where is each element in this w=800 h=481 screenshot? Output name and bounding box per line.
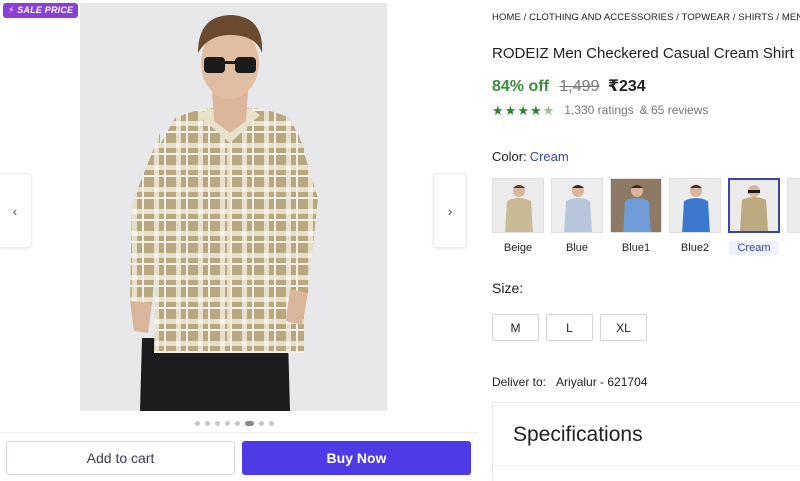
sale-bolt-icon: ⚡ — [8, 5, 15, 15]
color-swatches: Beige Blue Blue1 Blue2 Cream — [492, 178, 800, 256]
breadcrumb[interactable]: HOME / CLOTHING AND ACCESSORIES / TOPWEA… — [492, 12, 800, 23]
color-thumbnail — [669, 178, 721, 233]
half-star-icon: ★ — [542, 102, 555, 118]
sale-badge-label: SALE PRICE — [17, 5, 74, 15]
carousel-dot[interactable] — [195, 421, 200, 426]
color-option-blue1[interactable]: Blue1 — [610, 178, 662, 256]
product-title: RODEIZ Men Checkered Casual Cream Shirt — [492, 45, 794, 62]
price-row: 84% off 1,499 ₹234 — [492, 76, 646, 96]
product-details: HOME / CLOTHING AND ACCESSORIES / TOPWEA… — [492, 0, 800, 481]
chevron-left-icon: ‹ — [12, 202, 18, 219]
size-options: M L XL — [492, 314, 647, 341]
size-selector-label: Size: — [492, 280, 524, 296]
add-to-cart-button[interactable]: Add to cart — [6, 441, 235, 475]
rating-summary[interactable]: ★ ★ ★ ★ ★ 1,330 ratings & 65 reviews — [492, 103, 708, 117]
color-thumbnail — [492, 178, 544, 233]
carousel-dot[interactable] — [259, 421, 264, 426]
color-option-cream[interactable]: Cream — [728, 178, 780, 256]
product-photo[interactable] — [80, 3, 387, 411]
size-option-l[interactable]: L — [546, 314, 593, 341]
carousel-dot[interactable] — [205, 421, 210, 426]
star-icon: ★ — [517, 102, 529, 118]
carousel-indicator — [195, 421, 274, 426]
reviews-count: & 65 reviews — [639, 103, 709, 117]
color-option-label: Cream — [729, 241, 779, 255]
color-option-label: Blue1 — [621, 242, 651, 254]
color-selector-label: Color: Cream — [492, 149, 569, 164]
carousel-dot[interactable] — [225, 421, 230, 426]
color-option-label: Blue2 — [680, 242, 710, 254]
original-price: 1,499 — [559, 78, 600, 95]
color-thumbnail — [728, 178, 780, 233]
discount-percent: 84% off — [492, 78, 549, 95]
star-icon: ★ — [504, 102, 517, 118]
size-option-m[interactable]: M — [492, 314, 539, 341]
color-thumbnail — [610, 178, 662, 233]
color-thumbnail — [551, 178, 603, 233]
rating-stars: ★ ★ ★ ★ ★ — [492, 104, 554, 117]
carousel-dot[interactable] — [235, 421, 240, 426]
product-model-image — [80, 3, 387, 411]
buy-now-button[interactable]: Buy Now — [242, 441, 471, 475]
color-option-label: Beige — [503, 242, 533, 254]
color-option-label: Blue — [565, 242, 589, 254]
color-thumbnail — [787, 178, 800, 233]
color-option-more[interactable]: M — [787, 178, 800, 256]
color-option-beige[interactable]: Beige — [492, 178, 544, 256]
selling-price: ₹234 — [607, 78, 646, 95]
delivery-location[interactable]: Deliver to: Ariyalur - 621704 — [492, 375, 647, 389]
deliver-to-label: Deliver to: — [492, 375, 547, 389]
next-image-button[interactable]: › — [433, 173, 467, 248]
chevron-right-icon: › — [447, 202, 453, 219]
divider — [493, 465, 800, 466]
purchase-actions-bar: Add to cart Buy Now — [0, 432, 478, 481]
product-gallery: ⚡ SALE PRICE ‹ › Add to cart Buy Now — [0, 0, 478, 481]
star-icon: ★ — [492, 102, 504, 118]
color-option-blue[interactable]: Blue — [551, 178, 603, 256]
carousel-dot-active[interactable] — [245, 421, 254, 426]
delivery-pincode: Ariyalur - 621704 — [556, 375, 648, 389]
color-option-blue2[interactable]: Blue2 — [669, 178, 721, 256]
size-option-xl[interactable]: XL — [600, 314, 647, 341]
selected-color-text: Cream — [529, 149, 569, 164]
star-icon: ★ — [529, 102, 542, 118]
previous-image-button[interactable]: ‹ — [0, 173, 32, 248]
sale-price-badge: ⚡ SALE PRICE — [3, 3, 79, 18]
carousel-dot[interactable] — [269, 421, 274, 426]
color-label-text: Color: — [492, 149, 527, 164]
carousel-dot[interactable] — [215, 421, 220, 426]
specifications-section[interactable]: Specifications — [492, 402, 800, 481]
ratings-count: 1,330 ratings — [564, 103, 634, 117]
specifications-heading: Specifications — [513, 423, 643, 446]
